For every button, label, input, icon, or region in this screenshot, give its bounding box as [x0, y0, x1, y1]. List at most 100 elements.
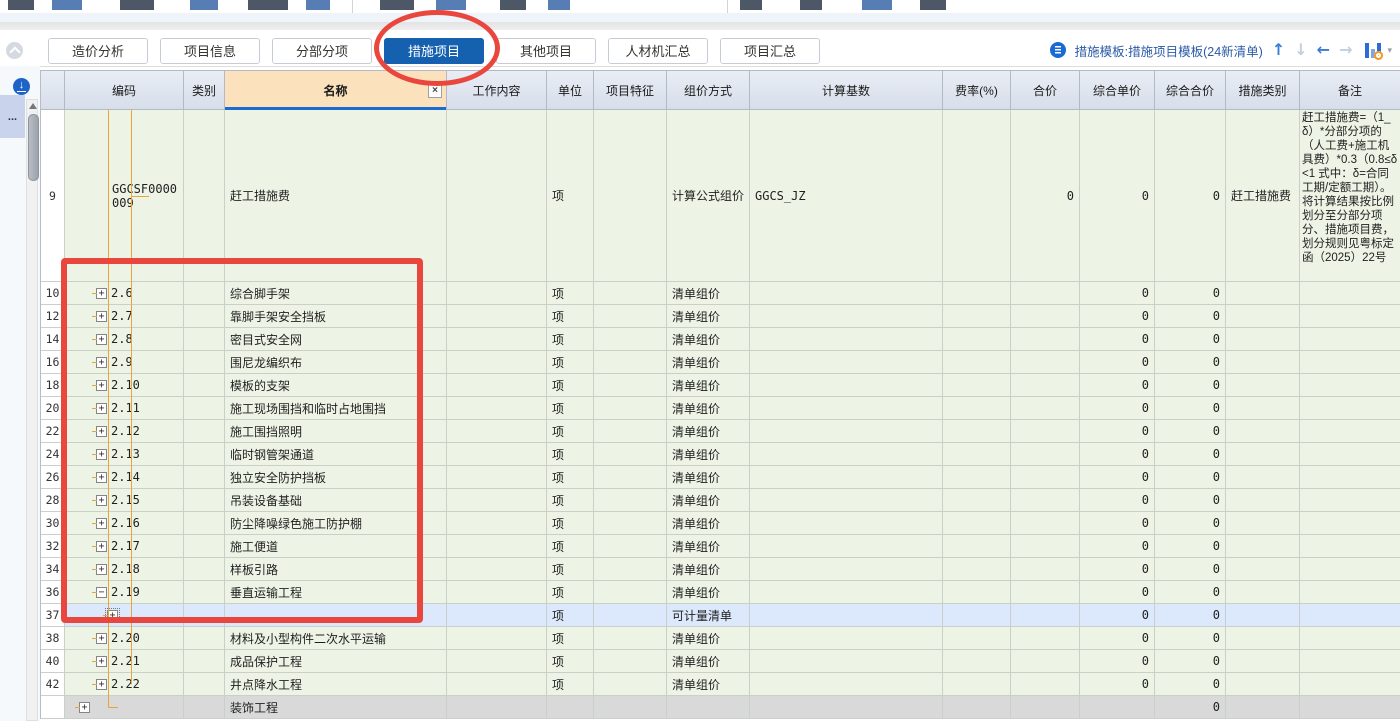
cell-unit[interactable]: 项 — [547, 673, 594, 696]
cell-feat[interactable] — [594, 305, 667, 328]
cell-totalPrice[interactable]: 0 — [1155, 627, 1226, 650]
cell-pricing[interactable]: 清单组价 — [667, 443, 750, 466]
cell-name[interactable]: 装饰工程 — [225, 696, 447, 719]
cell-unit[interactable] — [547, 696, 594, 719]
dropdown-caret-icon[interactable]: ▾ — [1387, 45, 1392, 56]
cell-code[interactable]: GGCSF0000009 — [65, 110, 184, 282]
cell-remark[interactable] — [1300, 489, 1400, 512]
row-number[interactable]: 40 — [41, 650, 65, 673]
cell-name[interactable]: 施工便道 — [225, 535, 447, 558]
cell-rate[interactable] — [943, 466, 1011, 489]
cell-remark[interactable] — [1300, 397, 1400, 420]
cell-code[interactable]: +2.22 — [65, 673, 184, 696]
cell-base[interactable] — [750, 581, 943, 604]
cell-feat[interactable] — [594, 512, 667, 535]
cell-total[interactable] — [1011, 696, 1080, 719]
column-header-work[interactable]: 工作内容 — [447, 70, 547, 110]
cell-base[interactable] — [750, 512, 943, 535]
cell-unitPrice[interactable]: 0 — [1080, 110, 1155, 282]
cell-name[interactable]: 围尼龙编织布 — [225, 351, 447, 374]
cell-cat[interactable] — [184, 110, 225, 282]
cell-total[interactable] — [1011, 466, 1080, 489]
cell-feat[interactable] — [594, 673, 667, 696]
cell-code[interactable]: +2.7 — [65, 305, 184, 328]
column-header-unitPrice[interactable]: 综合单价 — [1080, 70, 1155, 110]
cell-unit[interactable]: 项 — [547, 351, 594, 374]
cell-code[interactable]: +2.16 — [65, 512, 184, 535]
cell-total[interactable] — [1011, 581, 1080, 604]
column-header-total[interactable]: 合价 — [1011, 70, 1080, 110]
cell-remark[interactable] — [1300, 420, 1400, 443]
cell-name[interactable]: 样板引路 — [225, 558, 447, 581]
cell-pricing[interactable]: 清单组价 — [667, 420, 750, 443]
cell-rate[interactable] — [943, 673, 1011, 696]
expand-toggle[interactable]: + — [92, 425, 107, 437]
cell-category[interactable] — [1226, 443, 1300, 466]
cell-unit[interactable]: 项 — [547, 489, 594, 512]
cell-rate[interactable] — [943, 397, 1011, 420]
cell-feat[interactable] — [594, 627, 667, 650]
cell-cat[interactable] — [184, 397, 225, 420]
tab-项目汇总[interactable]: 项目汇总 — [720, 38, 820, 64]
cell-category[interactable] — [1226, 673, 1300, 696]
row-number[interactable]: 16 — [41, 351, 65, 374]
tab-项目信息[interactable]: 项目信息 — [160, 38, 260, 64]
cell-total[interactable] — [1011, 282, 1080, 305]
cell-remark[interactable] — [1300, 581, 1400, 604]
cell-total[interactable] — [1011, 535, 1080, 558]
cell-remark[interactable] — [1300, 374, 1400, 397]
cell-unit[interactable]: 项 — [547, 282, 594, 305]
cell-base[interactable] — [750, 673, 943, 696]
cell-code[interactable]: +2.15 — [65, 489, 184, 512]
cell-unitPrice[interactable]: 0 — [1080, 650, 1155, 673]
cell-feat[interactable] — [594, 650, 667, 673]
cell-unit[interactable]: 项 — [547, 305, 594, 328]
cell-total[interactable] — [1011, 443, 1080, 466]
cell-cat[interactable] — [184, 581, 225, 604]
column-header-base[interactable]: 计算基数 — [750, 70, 943, 110]
cell-code[interactable]: +2.18 — [65, 558, 184, 581]
cell-feat[interactable] — [594, 374, 667, 397]
cell-category[interactable] — [1226, 328, 1300, 351]
cell-totalPrice[interactable]: 0 — [1155, 581, 1226, 604]
cell-remark[interactable] — [1300, 650, 1400, 673]
cell-pricing[interactable]: 计算公式组价 — [667, 110, 750, 282]
cell-work[interactable] — [447, 443, 547, 466]
cell-work[interactable] — [447, 282, 547, 305]
cell-totalPrice[interactable]: 0 — [1155, 512, 1226, 535]
expand-toggle[interactable]: + — [92, 678, 107, 690]
cell-base[interactable] — [750, 627, 943, 650]
collapse-panel-button[interactable] — [6, 42, 23, 59]
cell-work[interactable] — [447, 581, 547, 604]
expand-toggle[interactable]: + — [92, 563, 107, 575]
cell-category[interactable] — [1226, 374, 1300, 397]
cell-base[interactable] — [750, 374, 943, 397]
cell-unitPrice[interactable]: 0 — [1080, 581, 1155, 604]
cell-unit[interactable]: 项 — [547, 328, 594, 351]
cell-total[interactable] — [1011, 673, 1080, 696]
cell-base[interactable]: GGCS_JZ — [750, 110, 943, 282]
sidebar-collapsed-item[interactable]: ... — [0, 95, 25, 138]
cell-unitPrice[interactable]: 0 — [1080, 328, 1155, 351]
cell-work[interactable] — [447, 351, 547, 374]
columns-settings-icon[interactable] — [1365, 42, 1384, 60]
back-icon[interactable]: ← — [1317, 42, 1330, 58]
cell-remark[interactable] — [1300, 535, 1400, 558]
cell-feat[interactable] — [594, 535, 667, 558]
expand-toggle[interactable]: + — [92, 356, 107, 368]
expand-toggle[interactable]: + — [92, 448, 107, 460]
cell-pricing[interactable]: 清单组价 — [667, 374, 750, 397]
cell-code[interactable]: + — [65, 604, 184, 627]
column-header-category[interactable]: 措施类别 — [1226, 70, 1300, 110]
cell-remark[interactable] — [1300, 466, 1400, 489]
cell-totalPrice[interactable]: 0 — [1155, 696, 1226, 719]
cell-rate[interactable] — [943, 489, 1011, 512]
cell-total[interactable] — [1011, 305, 1080, 328]
cell-remark[interactable] — [1300, 328, 1400, 351]
cell-name[interactable]: 吊装设备基础 — [225, 489, 447, 512]
cell-pricing[interactable]: 清单组价 — [667, 535, 750, 558]
column-header-totalPrice[interactable]: 综合合价 — [1155, 70, 1226, 110]
column-header-rate[interactable]: 费率(%) — [943, 70, 1011, 110]
row-number[interactable]: 38 — [41, 627, 65, 650]
cell-pricing[interactable]: 清单组价 — [667, 466, 750, 489]
